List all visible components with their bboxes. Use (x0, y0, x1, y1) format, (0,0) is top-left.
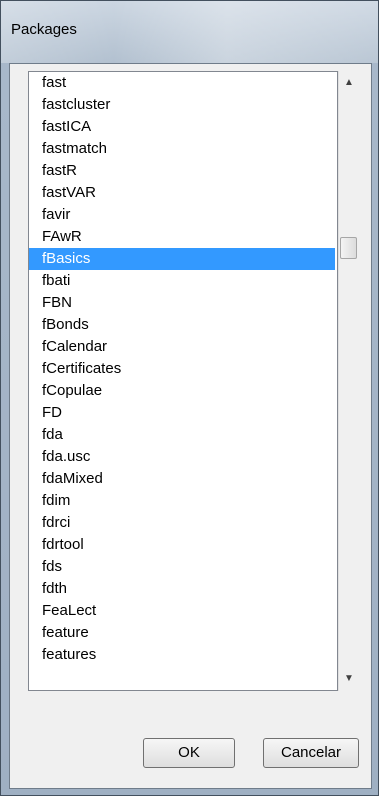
list-item[interactable]: fast (29, 72, 335, 94)
list-item[interactable]: fdrtool (29, 534, 335, 556)
list-item[interactable]: FeaLect (29, 600, 335, 622)
list-item[interactable]: FAwR (29, 226, 335, 248)
list-item[interactable]: fda.usc (29, 446, 335, 468)
list-item[interactable]: fastVAR (29, 182, 335, 204)
list-item[interactable]: FBN (29, 292, 335, 314)
vertical-scrollbar[interactable]: ▲ ▼ (338, 71, 358, 691)
scroll-thumb[interactable] (340, 237, 357, 259)
list-item[interactable]: fBonds (29, 314, 335, 336)
list-item[interactable]: favir (29, 204, 335, 226)
list-item[interactable]: fCopulae (29, 380, 335, 402)
list-item[interactable]: fdrci (29, 512, 335, 534)
list-item[interactable]: fda (29, 424, 335, 446)
list-item[interactable]: FD (29, 402, 335, 424)
list-item[interactable]: feature (29, 622, 335, 644)
packages-dialog: Packages fast fastcluster fastICA fastmatch… (0, 0, 379, 796)
list-item[interactable]: fBasics (29, 248, 335, 270)
packages-listbox[interactable]: fast fastcluster fastICA fastmatch fastR fast… (28, 71, 338, 691)
ok-button[interactable]: OK (143, 738, 235, 768)
cancel-button[interactable]: Cancelar (263, 738, 359, 768)
list-item[interactable]: fdth (29, 578, 335, 600)
list-item[interactable]: fdaMixed (29, 468, 335, 490)
list-item[interactable]: fastICA (29, 116, 335, 138)
list-item[interactable]: fbati (29, 270, 335, 292)
list-item[interactable]: fCertificates (29, 358, 335, 380)
scroll-down-arrow-icon[interactable]: ▼ (339, 669, 359, 689)
list-item[interactable]: fastmatch (29, 138, 335, 160)
list-item[interactable]: features (29, 644, 335, 666)
list-item[interactable]: fCalendar (29, 336, 335, 358)
window-title: Packages (11, 21, 77, 38)
scroll-up-arrow-icon[interactable]: ▲ (339, 73, 359, 93)
title-bar[interactable]: Packages (1, 1, 378, 63)
list-item[interactable]: fastcluster (29, 94, 335, 116)
packages-list: fast fastcluster fastICA fastmatch fastR fast… (29, 72, 335, 666)
list-item[interactable]: fds (29, 556, 335, 578)
list-item[interactable]: fdim (29, 490, 335, 512)
list-item[interactable]: fastR (29, 160, 335, 182)
